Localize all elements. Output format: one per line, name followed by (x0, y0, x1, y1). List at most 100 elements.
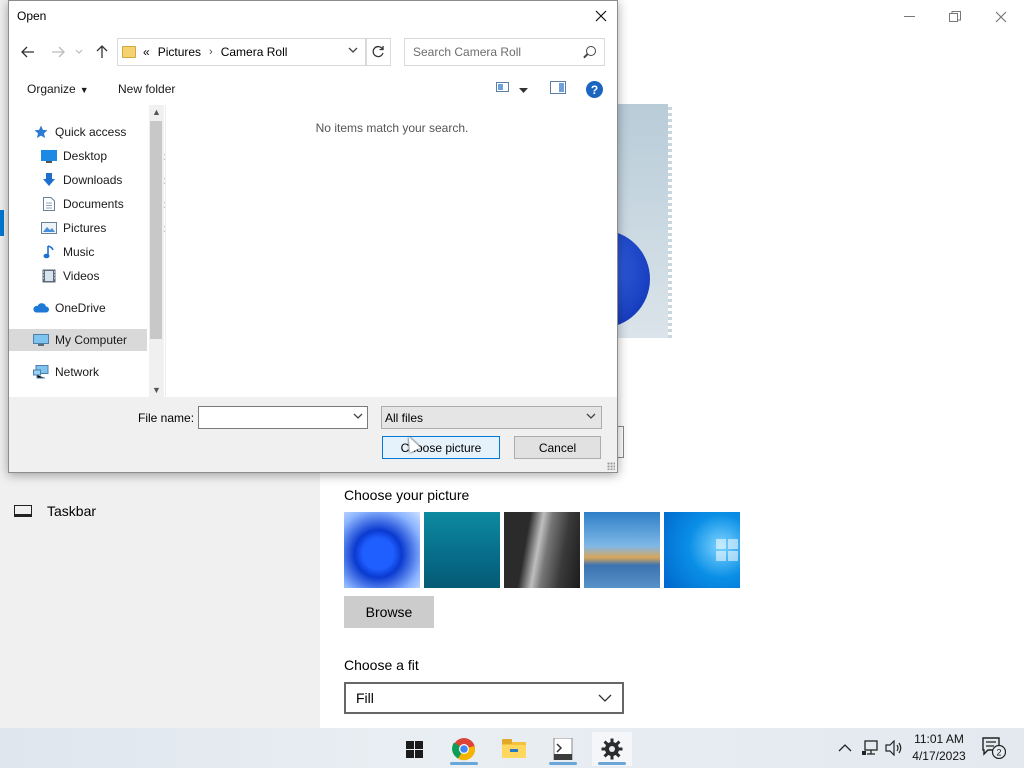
windows-start-icon (405, 740, 423, 758)
taskbar-clock[interactable]: 11:01 AM 4/17/2023 (904, 731, 974, 765)
picture-thumbnail-1[interactable] (344, 512, 420, 588)
pictures-icon (41, 221, 57, 235)
search-placeholder: Search Camera Roll (413, 45, 522, 59)
help-button[interactable]: ? (586, 81, 603, 98)
taskbar-settings[interactable] (592, 732, 632, 766)
tree-item-desktop[interactable]: Desktop 📌 (41, 145, 174, 167)
network-wired-icon (862, 740, 878, 755)
tree-item-network[interactable]: Network (33, 361, 99, 383)
tree-item-pictures[interactable]: Pictures 📌 (41, 217, 174, 239)
gear-icon (601, 738, 623, 760)
windows-logo-icon (716, 539, 738, 561)
tree-item-label: OneDrive (55, 301, 106, 315)
tree-item-label: Desktop (63, 149, 108, 163)
up-button[interactable] (91, 41, 113, 63)
star-icon (33, 125, 49, 139)
file-name-input[interactable] (198, 406, 368, 429)
picture-thumbnail-2[interactable] (424, 512, 500, 588)
taskbar-chrome[interactable] (444, 732, 484, 766)
cloud-icon (33, 301, 49, 315)
address-dropdown[interactable] (348, 45, 358, 56)
folder-icon (502, 739, 526, 758)
chevron-down-icon (586, 411, 596, 422)
computer-icon (33, 333, 49, 347)
resize-grip-icon[interactable] (607, 462, 615, 470)
notification-center-button[interactable]: 2 (982, 728, 1006, 768)
organize-menu[interactable]: Organize ▼ (27, 82, 89, 96)
choose-fit-title: Choose a fit (344, 657, 419, 673)
network-status[interactable] (862, 728, 880, 768)
preview-pane-button[interactable] (550, 81, 566, 98)
tree-item-onedrive[interactable]: OneDrive (33, 297, 106, 319)
breadcrumb-overflow[interactable]: « (143, 45, 150, 59)
tree-item-label: Quick access (55, 125, 127, 139)
file-name-label: File name: (138, 411, 195, 425)
back-button[interactable] (17, 41, 39, 63)
file-type-select[interactable]: All files (381, 406, 602, 429)
file-type-value: All files (385, 410, 424, 425)
taskbar: 11:01 AM 4/17/2023 2 (0, 728, 1024, 768)
cancel-button[interactable]: Cancel (514, 436, 601, 459)
change-view-button[interactable] (496, 81, 510, 96)
chevron-down-icon[interactable] (353, 411, 363, 422)
navigation-scrollbar[interactable]: ▲ ▼ (149, 105, 164, 397)
fit-select[interactable]: Fill (344, 682, 624, 714)
tree-item-downloads[interactable]: Downloads 📌 (41, 169, 174, 191)
refresh-button[interactable] (365, 38, 391, 66)
sidebar-item-taskbar[interactable]: Taskbar (14, 503, 96, 519)
tree-item-videos[interactable]: Videos (41, 265, 99, 287)
tree-item-label: Pictures (63, 221, 107, 235)
tree-item-quick-access[interactable]: Quick access (33, 121, 126, 143)
folder-icon (122, 46, 136, 58)
file-list[interactable]: No items match your search. (165, 105, 617, 397)
browse-button[interactable]: Browse (344, 596, 434, 628)
scrollbar-thumb[interactable] (150, 121, 162, 339)
tree-item-documents[interactable]: Documents 📌 (41, 193, 174, 215)
sidebar-item-label: Taskbar (47, 503, 97, 519)
search-box[interactable]: Search Camera Roll (404, 38, 605, 66)
network-icon (33, 365, 49, 379)
fit-select-value: Fill (356, 690, 374, 706)
speaker-icon (885, 740, 902, 756)
arrow-up-icon (96, 45, 108, 58)
tree-item-label: Downloads (63, 173, 123, 187)
picture-thumbnail-3[interactable] (504, 512, 580, 588)
caret-down-icon: ▼ (79, 85, 89, 95)
breadcrumb-camera-roll[interactable]: Camera Roll (221, 45, 288, 59)
scroll-up-icon[interactable]: ▲ (149, 107, 164, 117)
address-bar[interactable]: « Pictures › Camera Roll (117, 38, 367, 66)
choose-picture-button[interactable]: Choose picture (382, 436, 500, 459)
show-hidden-icons-button[interactable] (838, 728, 852, 768)
tree-item-label: Music (63, 245, 95, 259)
open-file-dialog: Open « Pictures › Camera Roll Search Cam… (8, 0, 618, 473)
caret-down-icon (519, 88, 528, 93)
dialog-close-button[interactable] (585, 1, 617, 31)
taskbar-terminal[interactable] (543, 732, 583, 766)
more-views-button[interactable] (519, 83, 528, 97)
empty-message: No items match your search. (315, 121, 469, 135)
breadcrumb-separator-icon: › (209, 46, 213, 58)
tree-item-my-computer[interactable]: My Computer (9, 329, 147, 351)
tree-item-label: Network (55, 365, 100, 379)
close-icon (595, 10, 607, 22)
forward-button[interactable] (47, 41, 69, 63)
tree-item-label: Documents (63, 197, 124, 211)
recent-locations-button[interactable] (72, 41, 86, 63)
taskbar-file-explorer[interactable] (494, 732, 534, 766)
chrome-icon (452, 738, 476, 761)
picture-thumbnail-5[interactable] (664, 512, 740, 588)
start-button[interactable] (394, 732, 434, 766)
minimize-button[interactable] (886, 4, 932, 30)
desktop-icon (41, 149, 57, 163)
tree-item-music[interactable]: Music (41, 241, 94, 263)
tree-item-label: My Computer (55, 333, 128, 347)
scroll-down-icon[interactable]: ▼ (149, 385, 164, 395)
breadcrumb-pictures[interactable]: Pictures (158, 45, 201, 59)
volume-button[interactable] (885, 728, 903, 768)
picture-thumbnail-4[interactable] (584, 512, 660, 588)
close-icon (995, 11, 1007, 23)
restore-button[interactable] (932, 4, 978, 30)
close-window-button[interactable] (978, 4, 1024, 30)
clock-date: 4/17/2023 (912, 749, 966, 763)
new-folder-button[interactable]: New folder (118, 82, 175, 96)
